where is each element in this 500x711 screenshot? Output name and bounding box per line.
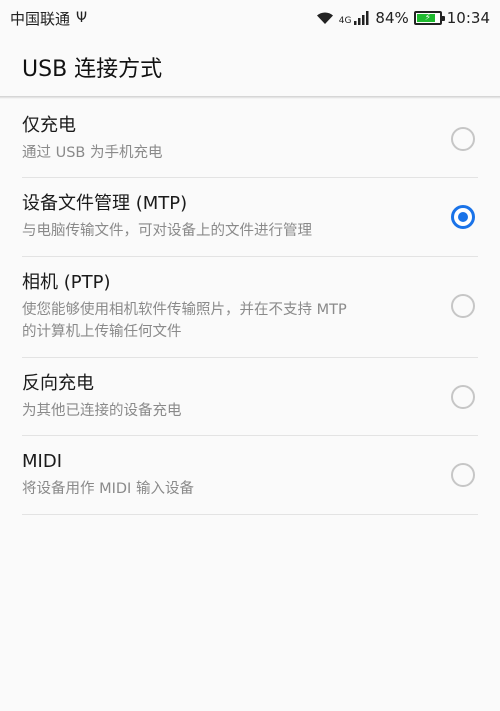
network-type-label: 4G (338, 16, 352, 26)
option-description: 将设备用作 MIDI 输入设备 (22, 481, 194, 497)
option-description: 使您能够使用相机软件传输照片，并在不支持 MTP 的计算机上传输任何文件 (22, 299, 430, 343)
status-left: 中国联通 Ψ (0, 8, 87, 29)
page-title: USB 连接方式 (22, 56, 163, 82)
battery-percent: 84% (375, 9, 409, 27)
option-mtp[interactable]: 设备文件管理 (MTP) 与电脑传输文件，可对设备上的文件进行管理 (0, 178, 500, 257)
option-description-line2: 的计算机上传输任何文件 (22, 324, 182, 340)
option-title: MIDI (22, 451, 63, 472)
header-divider (0, 96, 500, 99)
option-title: 相机 (PTP) (22, 272, 111, 293)
option-description: 与电脑传输文件，可对设备上的文件进行管理 (22, 223, 312, 239)
signal-icon (354, 11, 369, 25)
status-right: 4G 84% ⚡ 10:34 (316, 9, 500, 27)
status-bar: 中国联通 Ψ 4G 84% ⚡ 10:34 (0, 0, 500, 36)
option-description: 通过 USB 为手机充电 (22, 145, 163, 161)
option-title: 反向充电 (22, 373, 94, 394)
page-header: USB 连接方式 (0, 36, 500, 97)
option-ptp[interactable]: 相机 (PTP) 使您能够使用相机软件传输照片，并在不支持 MTP 的计算机上传… (0, 257, 500, 358)
option-reverse-charge[interactable]: 反向充电 为其他已连接的设备充电 (0, 358, 500, 436)
option-title: 设备文件管理 (MTP) (22, 193, 188, 214)
carrier-name: 中国联通 (10, 9, 71, 28)
usb-option-list: 仅充电 通过 USB 为手机充电 设备文件管理 (MTP) 与电脑传输文件，可对… (0, 100, 500, 515)
radio-button[interactable] (451, 385, 475, 409)
option-description-line1: 使您能够使用相机软件传输照片，并在不支持 MTP (22, 302, 347, 318)
radio-button[interactable] (451, 463, 475, 487)
charging-bolt-icon: ⚡ (424, 13, 431, 23)
usb-icon: Ψ (76, 10, 88, 26)
battery-charging-icon: ⚡ (413, 11, 445, 25)
option-title: 仅充电 (22, 115, 76, 136)
radio-button[interactable] (451, 127, 475, 151)
option-midi[interactable]: MIDI 将设备用作 MIDI 输入设备 (0, 436, 500, 515)
radio-button-selected[interactable] (451, 205, 475, 229)
radio-button[interactable] (451, 294, 475, 318)
divider (22, 514, 478, 515)
option-description: 为其他已连接的设备充电 (22, 403, 182, 419)
wifi-icon (316, 12, 333, 24)
option-charge-only[interactable]: 仅充电 通过 USB 为手机充电 (0, 100, 500, 178)
clock: 10:34 (446, 9, 490, 27)
